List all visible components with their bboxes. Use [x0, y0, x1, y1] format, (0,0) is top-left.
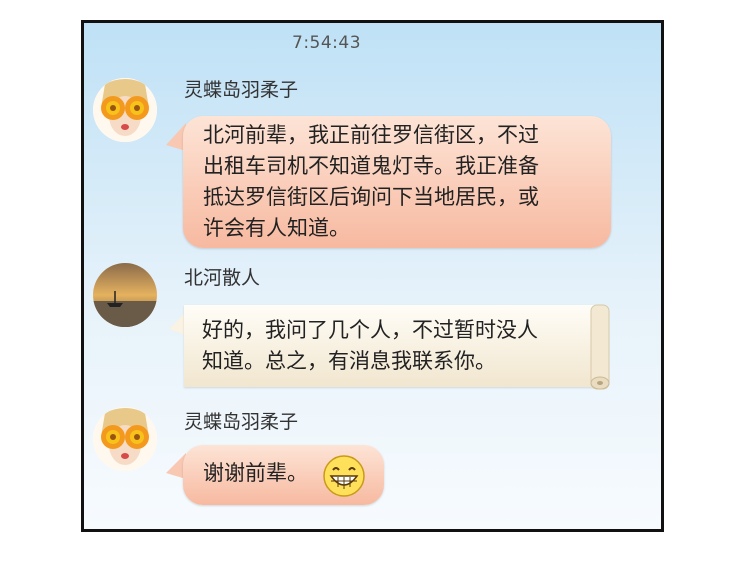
message-line: 抵达罗信街区后询问下当地居民，或	[203, 185, 539, 209]
sunflower-girl-avatar-icon	[93, 407, 157, 471]
sunset-boat-avatar-icon	[93, 263, 157, 327]
avatar-sunflower-girl[interactable]	[93, 78, 157, 142]
message-line: 许会有人知道。	[203, 216, 350, 240]
timestamp: 7:54:43	[292, 33, 362, 53]
message-line: 出租车司机不知道鬼灯寺。我正准备	[203, 154, 539, 178]
sender-name: 北河散人	[184, 267, 261, 289]
message-line: 知道。总之，有消息我联系你。	[202, 349, 496, 373]
sunflower-girl-avatar-icon	[93, 78, 157, 142]
message-line: 北河前辈，我正前往罗信街区，不过	[203, 123, 539, 147]
message-line: 谢谢前辈。	[203, 461, 308, 485]
avatar-sunset-boat[interactable]	[93, 263, 157, 327]
avatar-sunflower-girl[interactable]	[93, 407, 157, 471]
message-bubble: 北河前辈，我正前往罗信街区，不过 出租车司机不知道鬼灯寺。我正准备 抵达罗信街区…	[183, 116, 611, 248]
chat-panel: 7:54:43 灵蝶岛羽柔子 北河前辈，我正前往罗信街区，不过 出租车司机不知道…	[81, 20, 664, 532]
sender-name: 灵蝶岛羽柔子	[184, 411, 299, 433]
bubble-tail	[169, 313, 185, 335]
grinning-face-emoji-icon	[323, 455, 365, 497]
message-bubble: 好的，我问了几个人，不过暂时没人 知道。总之，有消息我联系你。	[184, 305, 594, 387]
scroll-roll-icon	[590, 304, 610, 390]
sender-name: 灵蝶岛羽柔子	[184, 79, 299, 101]
message-line: 好的，我问了几个人，不过暂时没人	[202, 318, 538, 342]
